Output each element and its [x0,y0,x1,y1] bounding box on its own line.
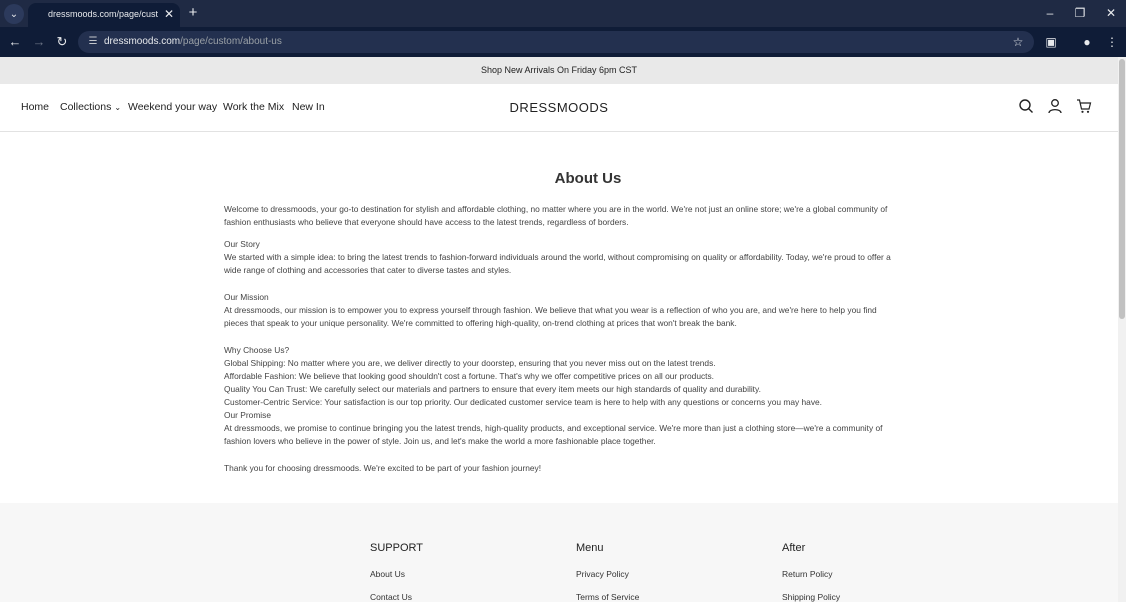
announcement-bar: Shop New Arrivals On Friday 6pm CST [0,57,1118,84]
reload-icon[interactable]: ↻ [54,34,70,50]
footer-link-terms-of-service[interactable]: Terms of Service [576,592,639,602]
why-item: Global Shipping: No matter where you are… [224,358,716,368]
page-scrollbar[interactable] [1118,57,1126,602]
url-host: dressmoods.com [104,36,181,47]
browser-menu-icon[interactable]: ⋮ [1104,34,1120,50]
tab-search-icon[interactable]: ⌄ [4,4,24,24]
why-item: Quality You Can Trust: We carefully sele… [224,384,761,394]
url-text[interactable]: dressmoods.com/page/custom/about-us [104,36,282,47]
footer-link-shipping-policy[interactable]: Shipping Policy [782,592,840,602]
footer-after-title: After [782,542,806,554]
intro-paragraph: Welcome to dressmoods, your go-to destin… [224,204,888,227]
back-icon[interactable]: ← [7,34,23,50]
profile-icon[interactable]: ● [1079,34,1095,50]
mission-paragraph: At dressmoods, our mission is to empower… [224,305,877,328]
url-path: /page/custom/about-us [180,36,282,47]
site-footer: SUPPORT About Us Contact Us Menu Privacy… [0,503,1118,602]
browser-tab[interactable]: dressmoods.com/page/custom/ ✕ [28,3,180,27]
new-tab-icon[interactable]: + [186,5,200,20]
footer-menu-title: Menu [576,542,604,554]
why-item: Affordable Fashion: We believe that look… [224,371,715,381]
why-heading: Why Choose Us? [224,345,290,355]
bookmark-star-icon[interactable]: ☆ [1010,34,1026,50]
tab-title: dressmoods.com/page/custom/ [48,9,158,19]
promise-heading: Our Promise [224,410,272,420]
brand-logo[interactable]: DRESSMOODS [0,100,1118,115]
minimize-icon[interactable]: – [1043,6,1057,20]
story-paragraph: We started with a simple idea: to bring … [224,252,891,275]
footer-link-return-policy[interactable]: Return Policy [782,569,833,579]
thanks-paragraph: Thank you for choosing dressmoods. We're… [224,463,542,473]
browser-toolbar: ← → ↻ ☰ dressmoods.com/page/custom/about… [0,27,1126,57]
address-bar[interactable]: ☰ dressmoods.com/page/custom/about-us ☆ [78,31,1034,53]
tab-close-icon[interactable]: ✕ [162,7,176,21]
story-heading: Our Story [224,239,260,249]
cart-icon[interactable] [1076,98,1092,114]
site-header: Home Collections ⌄ Weekend your way Work … [0,84,1118,132]
account-icon[interactable] [1047,98,1063,114]
page-title: About Us [554,170,622,187]
mission-heading: Our Mission [224,292,269,302]
search-icon[interactable] [1018,98,1034,114]
site-info-icon[interactable]: ☰ [86,35,100,49]
scrollbar-thumb[interactable] [1119,59,1125,319]
footer-support-title: SUPPORT [370,542,423,554]
footer-link-about-us[interactable]: About Us [370,569,405,579]
promise-paragraph: At dressmoods, we promise to continue br… [224,423,883,446]
footer-link-privacy-policy[interactable]: Privacy Policy [576,569,629,579]
why-item: Customer-Centric Service: Your satisfact… [224,397,822,407]
restore-icon[interactable]: ❐ [1073,6,1087,20]
footer-link-contact-us[interactable]: Contact Us [370,592,412,602]
close-window-icon[interactable]: ✕ [1104,6,1118,20]
extension-icon[interactable]: ▣ [1043,34,1059,50]
browser-tab-strip: ⌄ dressmoods.com/page/custom/ ✕ + – ❐ ✕ [0,0,1126,27]
web-page: Shop New Arrivals On Friday 6pm CST Home… [0,57,1118,602]
forward-icon[interactable]: → [31,34,47,50]
